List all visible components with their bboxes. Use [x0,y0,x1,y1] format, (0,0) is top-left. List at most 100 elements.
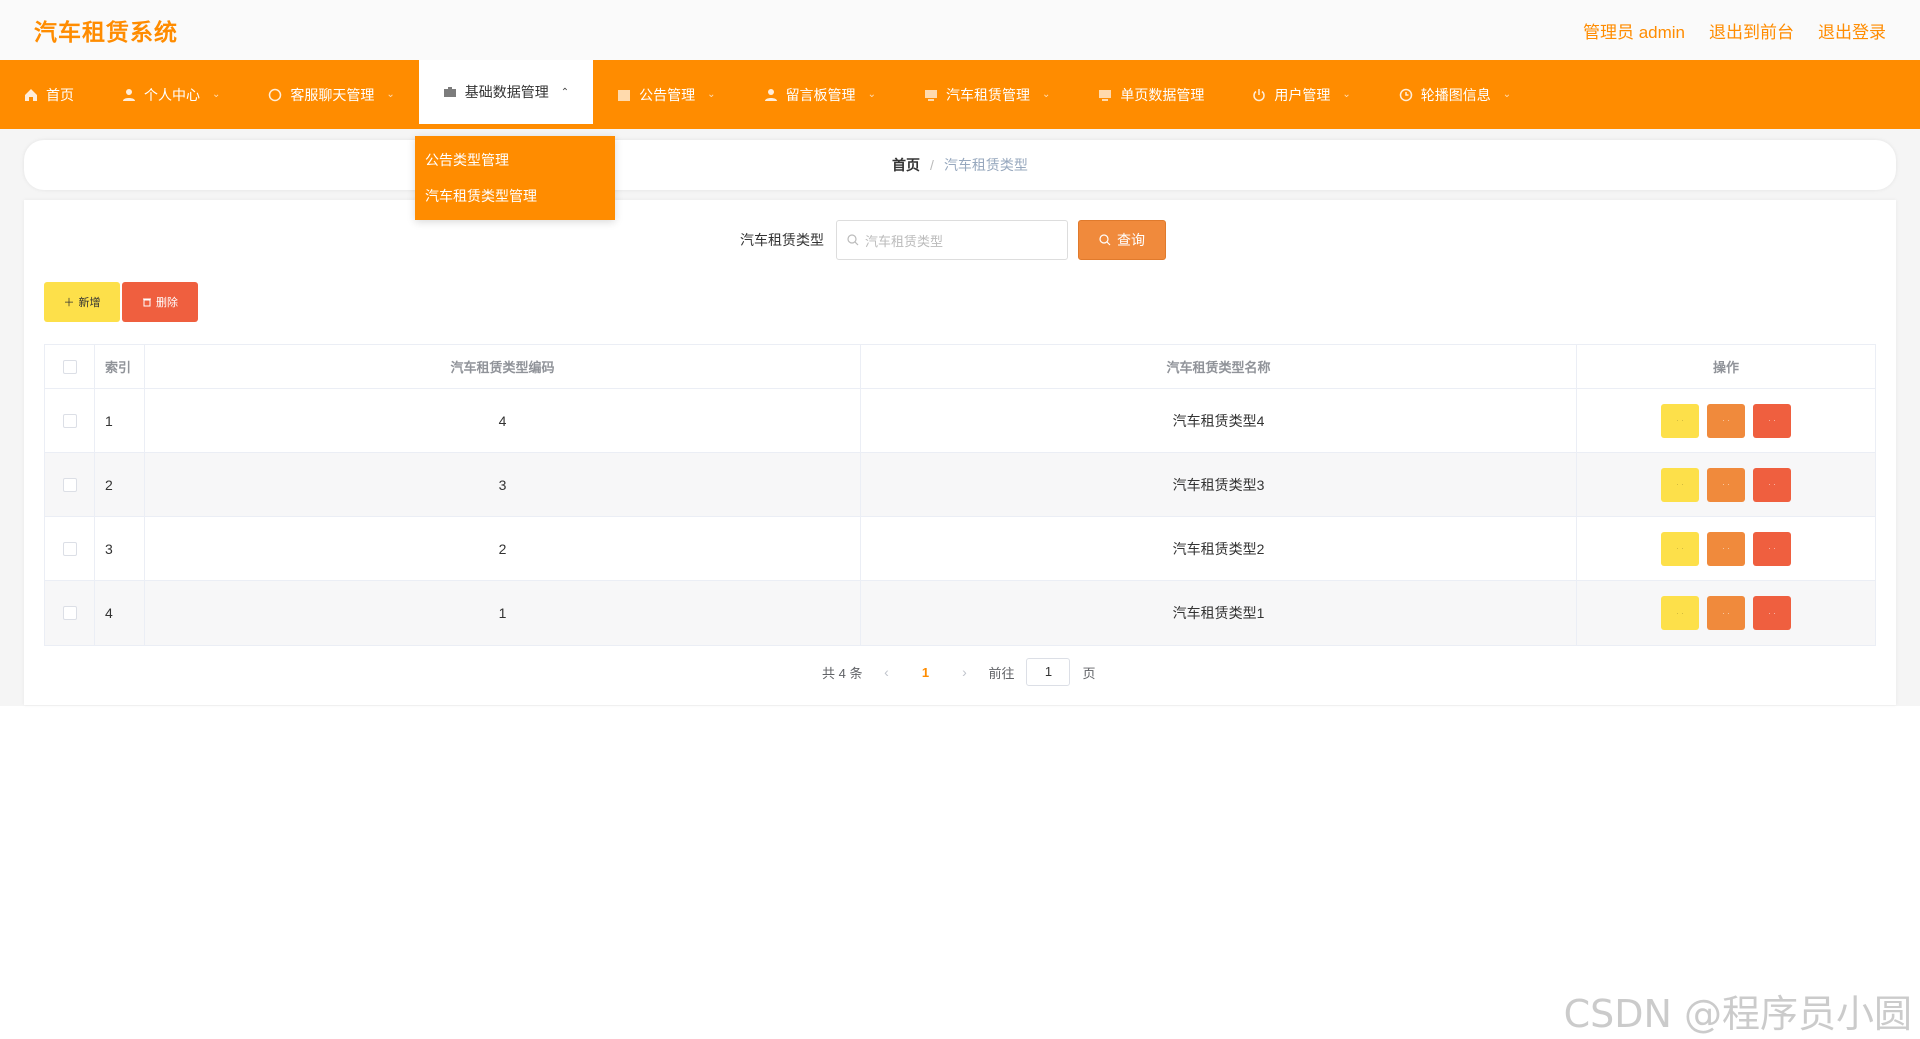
chevron-down-icon: ⌄ [386,89,395,100]
cell-code: 4 [145,389,861,452]
trash-icon [143,298,151,307]
cell-name: 汽车租赁类型1 [861,581,1577,645]
submenu-notice-type[interactable]: 公告类型管理 [415,142,615,178]
cell-index: 1 [95,389,145,452]
chat-icon [268,88,282,102]
page-number-current[interactable]: 1 [910,665,940,680]
table-header: 索引 汽车租赁类型编码 汽车租赁类型名称 操作 [45,345,1875,389]
nav-carousel[interactable]: 轮播图信息 ⌄ [1375,60,1535,129]
nav-label: 轮播图信息 [1420,86,1491,103]
chevron-down-icon: ⌄ [1041,89,1051,100]
row-checkbox[interactable] [62,606,77,620]
cell-index: 4 [95,581,145,645]
nav-car-rental[interactable]: 汽车租赁管理 ⌄ [900,60,1074,129]
cell-name: 汽车租赁类型2 [861,517,1577,580]
nav-label: 单页数据管理 [1120,86,1205,103]
chevron-down-icon: ⌄ [867,89,876,100]
cell-index: 2 [95,453,145,516]
search-placeholder: 汽车租赁类型 [865,233,944,249]
pagination: 共 4 条 ‹ 1 › 前往 1 页 [822,658,1096,686]
data-table: 索引 汽车租赁类型编码 汽车租赁类型名称 操作 1 4 汽车租赁类型4 · · … [44,344,1876,646]
nav-chat[interactable]: 客服聊天管理 ⌄ [244,60,418,129]
search-icon [1099,234,1111,246]
cell-name: 汽车租赁类型4 [861,389,1577,452]
nav-basic-data[interactable]: 基础数据管理 ⌃ [418,60,594,127]
main-nav: 首页 个人中心 ⌄ 客服聊天管理 ⌄ 基础数据管理 ⌃ 公告管理 ⌄ 留言板管理… [0,60,1920,129]
power-icon [1252,88,1266,102]
row-checkbox[interactable] [62,477,77,492]
cell-code: 3 [145,453,861,516]
top-header: 汽车租赁系统 管理员 admin 退出到前台 退出登录 [0,0,1920,60]
delete-button[interactable]: 删除 [122,282,198,322]
query-button-label: 查询 [1117,232,1145,248]
frontend-link[interactable]: 退出到前台 [1709,18,1794,43]
search-input[interactable]: 汽车租赁类型 [836,220,1068,260]
nav-personal[interactable]: 个人中心 ⌄ [98,60,244,129]
chevron-left-icon[interactable]: ‹ [874,664,898,680]
header-name: 汽车租赁类型名称 [861,345,1577,388]
header-code: 汽车租赁类型编码 [145,345,861,388]
logout-link[interactable]: 退出登录 [1818,18,1886,43]
nav-label: 汽车租赁管理 [945,86,1030,103]
cell-code: 1 [145,581,861,645]
row-delete-button[interactable]: · · [1753,531,1791,566]
chevron-right-icon[interactable]: › [952,664,976,680]
add-button-label: 新增 [78,297,101,309]
nav-single-page[interactable]: 单页数据管理 [1074,60,1228,129]
detail-button[interactable]: · · [1661,596,1699,630]
detail-button[interactable]: · · [1661,403,1699,438]
chevron-up-icon: ⌃ [560,86,570,98]
breadcrumb: 首页 / 汽车租赁类型 [24,140,1896,190]
chevron-down-icon: ⌄ [212,89,221,100]
detail-button[interactable]: · · [1661,531,1699,566]
chevron-down-icon: ⌄ [1502,89,1512,100]
cell-name: 汽车租赁类型3 [861,453,1577,516]
submenu-car-rental-type[interactable]: 汽车租赁类型管理 [415,178,615,214]
table-row: 4 1 汽车租赁类型1 · · · · · · [45,581,1875,645]
edit-button[interactable]: · · [1707,403,1745,438]
calendar-icon [617,88,631,102]
nav-label: 首页 [46,86,74,103]
plus-icon: ＋ [63,297,75,309]
select-all-checkbox[interactable] [62,359,77,374]
row-delete-button[interactable]: · · [1753,467,1791,502]
row-checkbox[interactable] [62,541,77,556]
breadcrumb-current: 汽车租赁类型 [943,157,1028,173]
row-delete-button[interactable]: · · [1753,596,1791,630]
home-icon [24,88,38,102]
search-form: 汽车租赁类型 汽车租赁类型 查询 [740,220,1166,260]
breadcrumb-home[interactable]: 首页 [892,155,920,175]
add-button[interactable]: ＋ 新增 [44,282,120,322]
chevron-down-icon: ⌄ [1342,89,1351,100]
edit-button[interactable]: · · [1707,467,1745,502]
table-row: 2 3 汽车租赁类型3 · · · · · · [45,453,1875,517]
detail-button[interactable]: · · [1661,467,1699,502]
search-icon [847,234,859,246]
admin-link[interactable]: 管理员 admin [1583,18,1685,43]
query-button[interactable]: 查询 [1078,220,1166,260]
user-icon [122,88,136,102]
nav-notice[interactable]: 公告管理 ⌄ [593,60,739,129]
basic-data-submenu: 公告类型管理 汽车租赁类型管理 [415,136,615,220]
nav-message-board[interactable]: 留言板管理 ⌄ [740,60,900,129]
edit-button[interactable]: · · [1707,531,1745,566]
search-label: 汽车租赁类型 [740,232,824,248]
monitor-icon [924,88,938,102]
table-row: 1 4 汽车租赁类型4 · · · · · · [45,389,1875,453]
edit-button[interactable]: · · [1707,596,1745,630]
briefcase-icon [443,85,457,99]
header-links: 管理员 admin 退出到前台 退出登录 [1583,18,1886,43]
nav-label: 公告管理 [639,86,696,103]
row-checkbox[interactable] [62,413,77,428]
row-delete-button[interactable]: · · [1753,403,1791,438]
chevron-down-icon: ⌄ [707,89,716,100]
nav-home[interactable]: 首页 [0,60,98,129]
table-row: 3 2 汽车租赁类型2 · · · · · · [45,517,1875,581]
header-operation: 操作 [1712,360,1739,375]
nav-label: 个人中心 [144,86,200,103]
nav-user-mgmt[interactable]: 用户管理 ⌄ [1228,60,1374,129]
breadcrumb-separator: / [930,157,934,173]
nav-label: 用户管理 [1274,86,1331,103]
page-jump-input[interactable]: 1 [1026,658,1071,686]
nav-label: 留言板管理 [785,86,856,103]
